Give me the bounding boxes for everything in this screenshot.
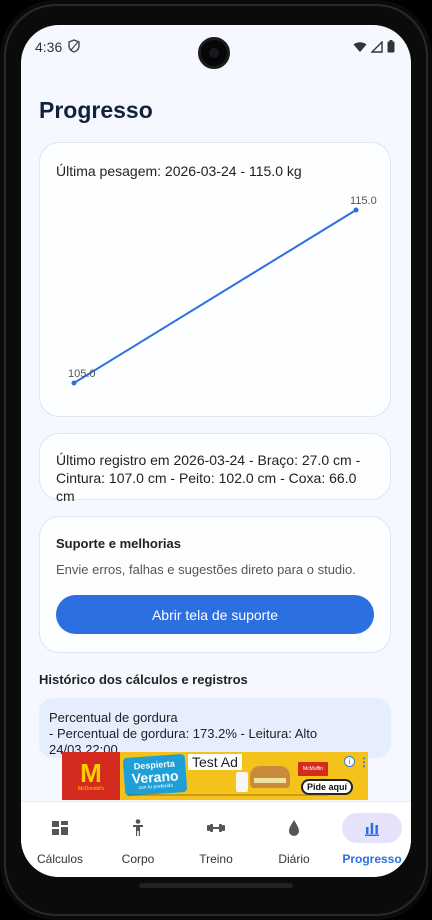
history-title: Histórico dos cálculos e registros bbox=[39, 672, 248, 687]
weight-data-point bbox=[353, 207, 359, 213]
nav-label: Treino bbox=[199, 852, 233, 866]
water-drop-icon bbox=[289, 820, 299, 836]
app-screen: 4:36 Progresso Última pesagem: 2026-03-2… bbox=[21, 25, 411, 877]
ad-headline-line3: con tu preferido bbox=[138, 782, 174, 792]
ad-more-icon[interactable]: ⋮ bbox=[358, 755, 368, 769]
support-description: Envie erros, falhas e sugestões direto p… bbox=[56, 562, 356, 577]
bottom-navigation: Cálculos Corpo Treino Diário Progresso bbox=[21, 801, 411, 877]
signal-icon bbox=[371, 40, 383, 53]
page-title: Progresso bbox=[39, 97, 153, 123]
status-icons bbox=[353, 40, 395, 53]
nav-item-diario[interactable]: Diário bbox=[255, 802, 333, 877]
weight-series-line bbox=[73, 209, 357, 384]
ad-info-icon[interactable]: i bbox=[344, 756, 355, 767]
history-item-title: Percentual de gordura bbox=[49, 710, 178, 725]
shield-icon bbox=[68, 39, 80, 53]
person-icon bbox=[133, 819, 143, 836]
open-support-button[interactable]: Abrir tela de suporte bbox=[56, 595, 374, 634]
measurements-card: Último registro em 2026-03-24 - Braço: 2… bbox=[39, 433, 391, 504]
weight-data-label: 115.0 bbox=[350, 195, 377, 207]
nav-item-calculos[interactable]: Cálculos bbox=[21, 802, 99, 877]
weight-data-label: 105.0 bbox=[68, 368, 96, 380]
nav-label: Diário bbox=[278, 852, 310, 866]
status-time: 4:36 bbox=[35, 39, 63, 55]
support-card: Suporte e melhorias Envie erros, falhas … bbox=[39, 516, 391, 653]
last-measurement-text: Último registro em 2026-03-24 - Braço: 2… bbox=[56, 452, 361, 504]
bar-chart-icon bbox=[365, 823, 379, 836]
front-camera bbox=[198, 37, 230, 69]
ad-headline-sign: Despierta Verano con tu preferido bbox=[122, 753, 188, 797]
nav-label: Corpo bbox=[121, 852, 155, 866]
dumbbell-icon bbox=[207, 824, 225, 832]
history-item-detail: - Percentual de gordura: 173.2% - Leitur… bbox=[49, 726, 318, 741]
ad-brand-logo: M McDonald's bbox=[62, 752, 120, 800]
nav-label: Progresso bbox=[342, 852, 402, 866]
weight-data-point bbox=[71, 380, 77, 386]
phone-frame: 4:36 Progresso Última pesagem: 2026-03-2… bbox=[0, 0, 432, 920]
battery-icon bbox=[387, 40, 395, 53]
wifi-icon bbox=[353, 41, 367, 52]
nav-item-treino[interactable]: Treino bbox=[177, 802, 255, 877]
support-title: Suporte e melhorias bbox=[56, 536, 181, 551]
ad-food-image bbox=[250, 766, 290, 788]
ad-product-box: McMuffin bbox=[298, 762, 328, 776]
ad-banner[interactable]: M McDonald's Despierta Verano con tu pre… bbox=[62, 752, 368, 800]
weight-chart: 105.0 115.0 bbox=[68, 195, 377, 386]
last-weigh-in-text: Última pesagem: 2026-03-24 - 115.0 kg bbox=[56, 163, 302, 179]
dashboard-icon bbox=[52, 821, 68, 835]
mcdonalds-logo-icon: M bbox=[80, 758, 102, 788]
weight-card: Última pesagem: 2026-03-24 - 115.0 kg 10… bbox=[39, 142, 391, 417]
test-ad-label: Test Ad bbox=[188, 754, 242, 770]
ad-drink-image bbox=[236, 772, 248, 792]
ad-cta-button[interactable]: Pide aquí bbox=[301, 779, 353, 795]
ad-fine-print bbox=[128, 794, 328, 796]
history-item[interactable]: Percentual de gordura - Percentual de go… bbox=[39, 698, 391, 758]
nav-label: Cálculos bbox=[36, 852, 84, 866]
ad-brand-name: McDonald's bbox=[78, 786, 104, 792]
home-indicator[interactable] bbox=[139, 883, 293, 888]
nav-item-corpo[interactable]: Corpo bbox=[99, 802, 177, 877]
nav-item-progresso[interactable]: Progresso bbox=[333, 802, 411, 877]
